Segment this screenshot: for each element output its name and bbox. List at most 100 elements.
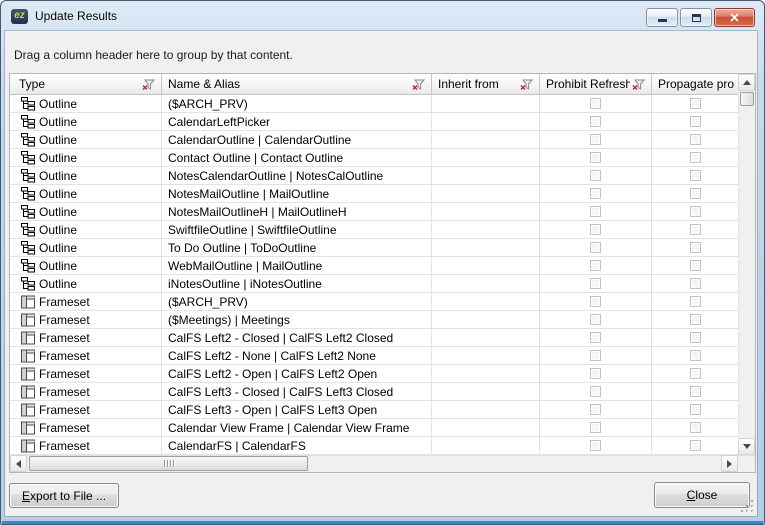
scroll-left-button[interactable] [10, 455, 27, 472]
resize-grip[interactable] [741, 500, 755, 514]
propagate-checkbox[interactable] [690, 314, 701, 325]
column-header-name-alias[interactable]: Name & Alias [162, 74, 432, 94]
prohibit-refresh-checkbox[interactable] [590, 314, 601, 325]
table-row[interactable]: Frameset CalFS Left2 - None | CalFS Left… [10, 347, 738, 365]
prohibit-refresh-checkbox[interactable] [590, 242, 601, 253]
table-row[interactable]: Outline CalendarOutline | CalendarOutlin… [10, 131, 738, 149]
propagate-checkbox[interactable] [690, 368, 701, 379]
prohibit-refresh-checkbox[interactable] [590, 98, 601, 109]
table-row[interactable]: Outline NotesCalendarOutline | NotesCalO… [10, 167, 738, 185]
name-alias: CalendarLeftPicker [162, 113, 432, 130]
prohibit-refresh-checkbox[interactable] [590, 440, 601, 451]
table-row[interactable]: Outline NotesMailOutlineH | MailOutlineH [10, 203, 738, 221]
table-row[interactable]: Outline Contact Outline | Contact Outlin… [10, 149, 738, 167]
table-row[interactable]: Outline SwiftfileOutline | SwiftfileOutl… [10, 221, 738, 239]
update-results-dialog: ez Update Results Drag a column header h… [0, 0, 765, 525]
table-row[interactable]: Outline CalendarLeftPicker [10, 113, 738, 131]
prohibit-refresh-checkbox[interactable] [590, 170, 601, 181]
frameset-icon [21, 349, 35, 363]
propagate-checkbox[interactable] [690, 296, 701, 307]
propagate-checkbox[interactable] [690, 332, 701, 343]
table-row[interactable]: Outline ($ARCH_PRV) [10, 95, 738, 113]
propagate-checkbox[interactable] [690, 404, 701, 415]
column-header-propagate[interactable]: Propagate pro [652, 74, 738, 94]
filter-clear-icon[interactable] [412, 79, 426, 91]
horizontal-scroll-thumb[interactable] [29, 456, 308, 471]
vertical-scroll-thumb[interactable] [740, 92, 754, 106]
propagate-checkbox[interactable] [690, 206, 701, 217]
propagate-checkbox[interactable] [690, 440, 701, 451]
prohibit-refresh-checkbox[interactable] [590, 422, 601, 433]
column-header-type[interactable]: Type [10, 74, 162, 94]
table-row[interactable]: Frameset CalFS Left3 - Open | CalFS Left… [10, 401, 738, 419]
close-button[interactable]: Close [654, 482, 750, 508]
propagate-checkbox[interactable] [690, 98, 701, 109]
table-row[interactable]: Frameset ($Meetings) | Meetings [10, 311, 738, 329]
propagate-checkbox[interactable] [690, 242, 701, 253]
maximize-button[interactable] [680, 8, 712, 27]
propagate-checkbox[interactable] [690, 224, 701, 235]
table-row[interactable]: Outline WebMailOutline | MailOutline [10, 257, 738, 275]
prohibit-refresh-checkbox[interactable] [590, 386, 601, 397]
frameset-icon [21, 295, 35, 309]
filter-clear-icon[interactable] [632, 79, 646, 91]
propagate-checkbox[interactable] [690, 350, 701, 361]
prohibit-refresh-checkbox[interactable] [590, 350, 601, 361]
prohibit-refresh-checkbox[interactable] [590, 134, 601, 145]
prohibit-refresh-checkbox[interactable] [590, 332, 601, 343]
scroll-up-button[interactable] [738, 74, 755, 91]
table-row[interactable]: Frameset CalFS Left2 - Closed | CalFS Le… [10, 329, 738, 347]
name-alias: CalFS Left2 - None | CalFS Left2 None [162, 347, 432, 364]
scroll-right-button[interactable] [721, 455, 738, 472]
name-alias: Contact Outline | Contact Outline [162, 149, 432, 166]
minimize-button[interactable] [646, 8, 678, 27]
table-row[interactable]: Frameset Calendar View Frame | Calendar … [10, 419, 738, 437]
propagate-checkbox[interactable] [690, 260, 701, 271]
grid-header: Type Name & Alias Inherit from Proh [10, 74, 738, 95]
table-row[interactable]: Frameset ($ARCH_PRV) [10, 293, 738, 311]
table-row[interactable]: Outline To Do Outline | ToDoOutline [10, 239, 738, 257]
propagate-checkbox[interactable] [690, 422, 701, 433]
frameset-icon [21, 439, 35, 453]
propagate-checkbox[interactable] [690, 278, 701, 289]
outline-icon [21, 277, 35, 291]
column-header-prohibit-refresh[interactable]: Prohibit Refresh [540, 74, 652, 94]
table-row[interactable]: Frameset CalFS Left3 - Closed | CalFS Le… [10, 383, 738, 401]
inherit-from [432, 329, 540, 346]
propagate-checkbox[interactable] [690, 170, 701, 181]
prohibit-refresh-checkbox[interactable] [590, 368, 601, 379]
table-row[interactable]: Outline iNotesOutline | iNotesOutline [10, 275, 738, 293]
horizontal-scrollbar[interactable] [10, 456, 738, 472]
table-row[interactable]: Outline NotesMailOutline | MailOutline [10, 185, 738, 203]
close-window-button[interactable] [714, 8, 755, 27]
prohibit-refresh-checkbox[interactable] [590, 296, 601, 307]
scroll-down-button[interactable] [738, 438, 755, 455]
table-row[interactable]: Frameset CalendarFS | CalendarFS [10, 437, 738, 455]
prohibit-refresh-checkbox[interactable] [590, 224, 601, 235]
propagate-checkbox[interactable] [690, 188, 701, 199]
propagate-checkbox[interactable] [690, 152, 701, 163]
filter-clear-icon[interactable] [142, 79, 156, 91]
name-alias: ($Meetings) | Meetings [162, 311, 432, 328]
name-alias: CalFS Left3 - Open | CalFS Left3 Open [162, 401, 432, 418]
filter-clear-icon[interactable] [520, 79, 534, 91]
prohibit-refresh-checkbox[interactable] [590, 206, 601, 217]
table-row[interactable]: Frameset CalFS Left2 - Open | CalFS Left… [10, 365, 738, 383]
prohibit-refresh-checkbox[interactable] [590, 116, 601, 127]
column-header-inherit-from[interactable]: Inherit from [432, 74, 540, 94]
results-grid: Type Name & Alias Inherit from Proh [9, 73, 756, 473]
vertical-scrollbar[interactable] [738, 74, 755, 455]
inherit-from [432, 401, 540, 418]
prohibit-refresh-checkbox[interactable] [590, 188, 601, 199]
type-label: Outline [39, 151, 77, 165]
group-by-bar[interactable]: Drag a column header here to group by th… [5, 39, 757, 65]
prohibit-refresh-checkbox[interactable] [590, 260, 601, 271]
prohibit-refresh-checkbox[interactable] [590, 404, 601, 415]
prohibit-refresh-checkbox[interactable] [590, 278, 601, 289]
prohibit-refresh-checkbox[interactable] [590, 152, 601, 163]
propagate-checkbox[interactable] [690, 386, 701, 397]
export-to-file-button[interactable]: Export to File ... [9, 483, 119, 508]
propagate-checkbox[interactable] [690, 116, 701, 127]
propagate-checkbox[interactable] [690, 134, 701, 145]
type-label: Frameset [39, 421, 90, 435]
